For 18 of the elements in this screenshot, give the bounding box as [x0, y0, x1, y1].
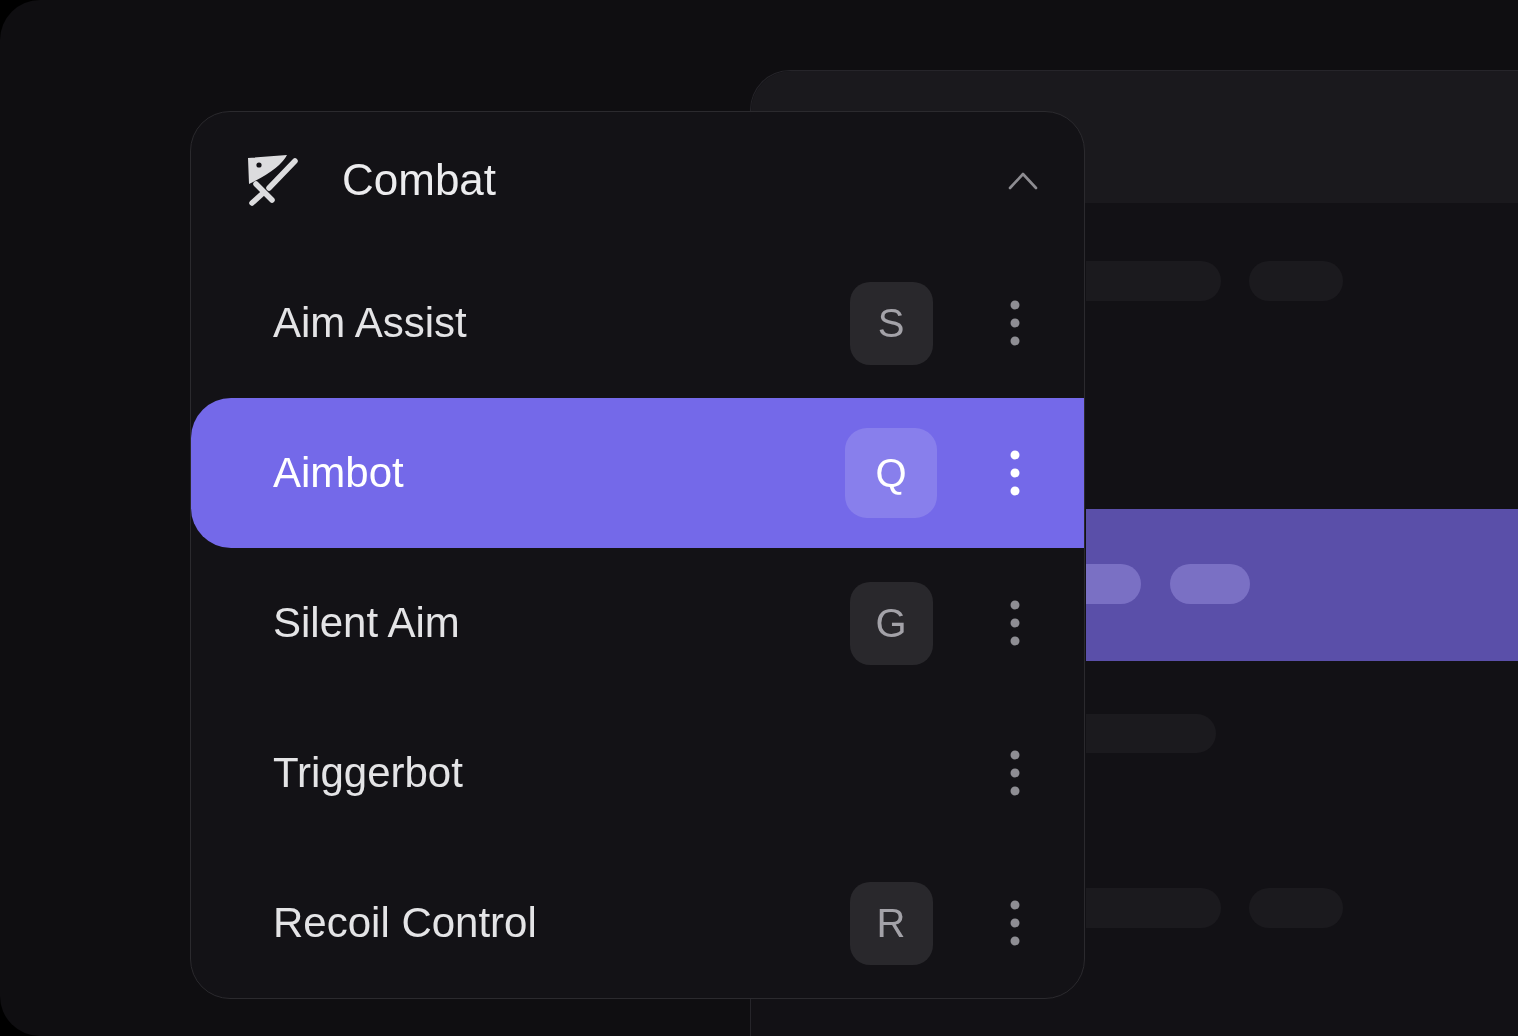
kebab-menu-icon[interactable]: [1010, 300, 1020, 346]
menu-item[interactable]: Triggerbot: [191, 698, 1084, 848]
menu-item[interactable]: Aim Assist S: [191, 248, 1084, 398]
menu-item[interactable]: Silent Aim G: [191, 548, 1084, 698]
hotkey-button[interactable]: S: [849, 281, 933, 365]
sword-flag-icon: [247, 154, 299, 206]
hotkey-button[interactable]: Q: [845, 428, 937, 518]
kebab-menu-icon[interactable]: [1010, 750, 1020, 796]
kebab-menu-icon[interactable]: [1010, 900, 1020, 946]
hotkey-button[interactable]: G: [849, 581, 933, 665]
hotkey-button[interactable]: R: [849, 881, 933, 965]
kebab-menu-icon[interactable]: [1010, 450, 1020, 496]
menu-item[interactable]: Aimbot Q: [191, 398, 1084, 548]
skeleton-bar: [1086, 564, 1141, 604]
section-title: Combat: [342, 158, 497, 202]
chevron-up-icon[interactable]: [1008, 170, 1038, 190]
kebab-menu-icon[interactable]: [1010, 600, 1020, 646]
menu-item[interactable]: Recoil Control R: [191, 848, 1084, 998]
